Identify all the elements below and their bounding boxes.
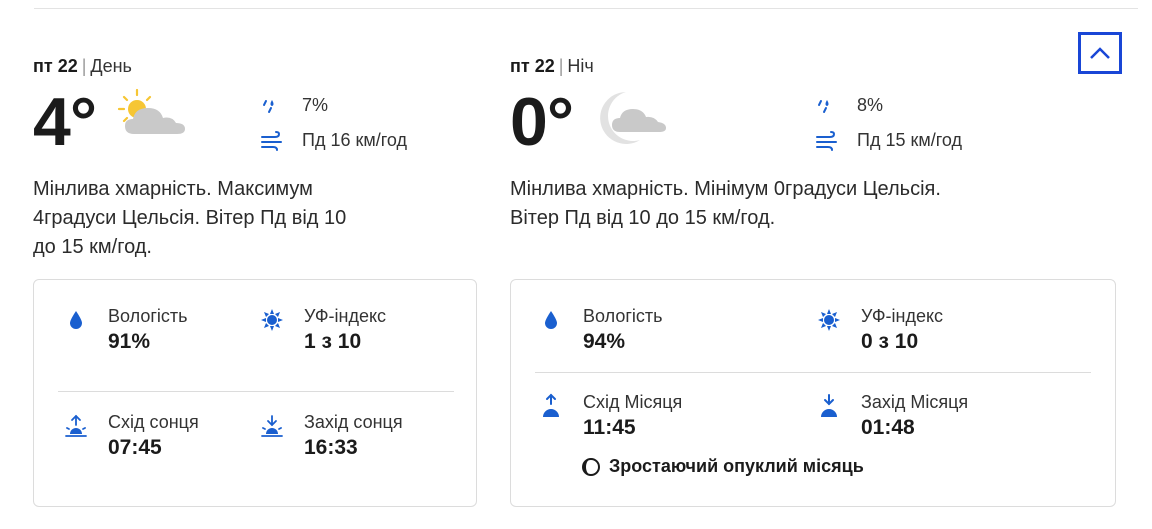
description-line: 4градуси Цельсія. Вітер Пд від 10: [33, 207, 347, 229]
sunrise-value: 07:45: [108, 436, 162, 459]
night-precip-chance: 8%: [857, 95, 884, 115]
humidity-label: Вологість: [108, 306, 188, 326]
day-description: Мінлива хмарність. Максимум 4градуси Цел…: [33, 175, 346, 262]
moon-phase-icon: [581, 457, 601, 477]
moonrise-value: 11:45: [583, 416, 636, 439]
night-wind-row: Пд 15 км/год: [815, 130, 962, 151]
moonrise-icon: [539, 393, 563, 418]
chevron-up-icon: [1090, 47, 1110, 59]
uv-sun-icon: [260, 308, 284, 332]
day-wind-row: Пд 16 км/год: [260, 130, 407, 151]
day-precip-chance: 7%: [302, 95, 329, 115]
sunrise-label: Схід сонця: [108, 412, 199, 432]
day-date: пт 22: [33, 56, 78, 76]
night-temperature: 0°: [510, 84, 574, 160]
uv-label: УФ-індекс: [304, 306, 387, 326]
sunrise-icon: [64, 414, 88, 438]
night-period: Ніч: [567, 56, 594, 76]
moon-phase-label: Зростаючий опуклий місяць: [609, 456, 864, 476]
collapse-button[interactable]: [1078, 32, 1122, 74]
top-divider: [34, 8, 1138, 9]
night-precip-row: 8%: [815, 95, 883, 116]
description-line: до 15 км/год.: [33, 236, 152, 258]
humidity-value: 91%: [108, 330, 151, 353]
description-line: Мінлива хмарність. Мінімум 0градуси Цель…: [510, 178, 941, 200]
day-temperature: 4°: [33, 84, 97, 160]
partly-cloudy-night-icon: [600, 92, 666, 144]
uv-value: 0 з 10: [861, 330, 919, 353]
day-precip-row: 7%: [260, 95, 328, 116]
night-date: пт 22: [510, 56, 555, 76]
precipitation-icon: [260, 97, 290, 115]
moon-phase: Зростаючий опуклий місяць: [581, 456, 864, 477]
sunset-label: Захід сонця: [304, 412, 403, 432]
humidity-value: 94%: [583, 330, 626, 353]
card-divider: [58, 391, 454, 392]
day-details-card: Вологість 91% УФ-індекс 1 з 10 Схід сонц…: [33, 279, 477, 507]
uv-label: УФ-індекс: [861, 306, 944, 326]
night-date-line: пт 22 | Ніч: [510, 56, 594, 77]
night-wind: Пд 15 км/год: [857, 130, 963, 150]
moonset-label: Захід Місяця: [861, 392, 969, 412]
card-divider: [535, 372, 1091, 373]
day-date-line: пт 22 | День: [33, 56, 132, 77]
night-description: Мінлива хмарність. Мінімум 0градуси Цель…: [510, 175, 941, 233]
date-separator: |: [558, 56, 564, 76]
day-period: День: [90, 56, 132, 76]
uv-value: 1 з 10: [304, 330, 362, 353]
uv-sun-icon: [817, 308, 841, 332]
date-separator: |: [81, 56, 87, 76]
humidity-drop-icon: [539, 308, 563, 332]
humidity-drop-icon: [64, 308, 88, 332]
sunset-value: 16:33: [304, 436, 358, 459]
wind-icon: [260, 130, 290, 151]
precipitation-icon: [815, 97, 845, 115]
humidity-label: Вологість: [583, 306, 663, 326]
day-wind: Пд 16 км/год: [302, 130, 408, 150]
moonset-icon: [817, 394, 841, 418]
wind-icon: [815, 130, 845, 151]
partly-cloudy-day-icon: [117, 88, 185, 134]
description-line: Вітер Пд від 10 до 15 км/год.: [510, 207, 776, 229]
moonrise-label: Схід Місяця: [583, 392, 683, 412]
sunset-icon: [260, 414, 284, 438]
description-line: Мінлива хмарність. Максимум: [33, 178, 313, 200]
night-details-card: Вологість 94% УФ-індекс 0 з 10 Схід Міся…: [510, 279, 1116, 507]
moonset-value: 01:48: [861, 416, 915, 439]
